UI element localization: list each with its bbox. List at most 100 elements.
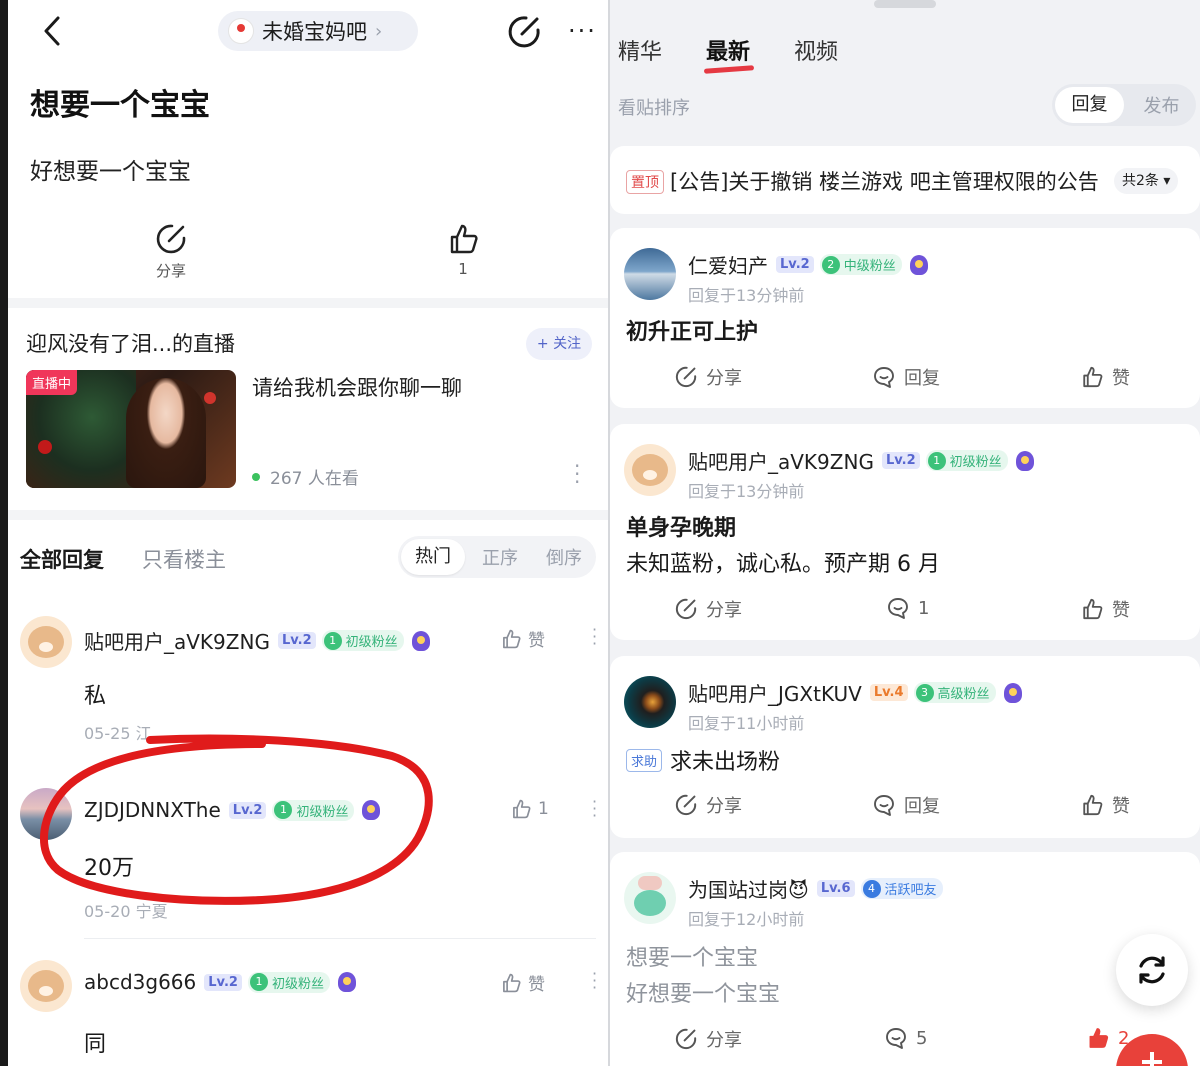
- more-vertical-icon[interactable]: · · ·: [592, 794, 598, 824]
- comment-like-button[interactable]: 赞: [500, 970, 545, 995]
- pinned-announcement[interactable]: 置顶 [公告]关于撤销 楼兰游戏 吧主管理权限的公告 共2条 ▾: [610, 146, 1200, 214]
- more-vertical-icon[interactable]: · · ·: [592, 966, 598, 996]
- sort-desc[interactable]: 倒序: [532, 544, 596, 570]
- follow-button[interactable]: + 关注: [526, 328, 592, 360]
- like-button[interactable]: 赞: [1080, 596, 1130, 622]
- share-button[interactable]: 分享: [674, 596, 742, 622]
- like-button[interactable]: 赞: [1080, 364, 1130, 390]
- sort-by-publish[interactable]: 发布: [1127, 92, 1196, 118]
- avatar[interactable]: [20, 960, 72, 1012]
- like-button[interactable]: 赞: [1080, 792, 1130, 818]
- thread-user[interactable]: 贴吧用户_JGXtKUV Lv.4 3 高级粉丝: [688, 678, 1022, 707]
- username: abcd3g666: [84, 970, 197, 994]
- avatar[interactable]: [624, 248, 676, 300]
- comment-item: 贴吧用户_aVK9ZNG Lv.2 1 初级粉丝 赞 · · · 私 05-25 江: [20, 616, 600, 766]
- thread-card[interactable]: 仁爱妇产 Lv.2 2 中级粉丝 回复于13分钟前 初升正可上护 分享 回复 赞: [610, 228, 1200, 408]
- share-label: 分享: [706, 796, 742, 817]
- thread-actions: 分享 回复 赞: [610, 364, 1200, 394]
- live-badge: 直播中: [26, 370, 78, 395]
- refresh-button[interactable]: [1116, 934, 1188, 1006]
- share-label: 分享: [706, 600, 742, 621]
- comment-meta: 05-25 江: [84, 724, 152, 743]
- thread-actions: 分享 回复 赞: [610, 792, 1200, 822]
- fan-title: 初级粉丝: [271, 976, 324, 992]
- fan-title: 活跃吧友: [884, 883, 937, 898]
- comment-like-button[interactable]: 1: [510, 798, 549, 820]
- sort-asc[interactable]: 正序: [468, 544, 532, 570]
- comment-like-button[interactable]: 赞: [500, 626, 545, 651]
- comment-item: abcd3g666 Lv.2 1 初级粉丝 赞 · · · 同: [20, 960, 600, 1066]
- thread-title: 求未出场粉: [670, 750, 781, 775]
- thread-user[interactable]: 仁爱妇产 Lv.2 2 中级粉丝: [688, 250, 928, 279]
- share-label: 分享: [706, 1030, 742, 1051]
- thread-card[interactable]: 贴吧用户_JGXtKUV Lv.4 3 高级粉丝 回复于11小时前 求助 求未出场粉…: [610, 656, 1200, 838]
- comment-button[interactable]: 5: [884, 1026, 927, 1050]
- thread-card[interactable]: 贴吧用户_aVK9ZNG Lv.2 1 初级粉丝 回复于13分钟前 单身孕晚期 未…: [610, 424, 1200, 640]
- live-thumbnail[interactable]: 直播中: [26, 370, 236, 488]
- comment-icon: [874, 367, 894, 388]
- live-card[interactable]: 迎风没有了泪...的直播 + 关注 直播中 请给我机会跟你聊一聊 267 人在看…: [8, 308, 608, 510]
- sort-hot[interactable]: 热门: [401, 539, 465, 575]
- tab-featured[interactable]: 精华: [618, 34, 662, 66]
- comment-item: ZJDJDNNXThe Lv.2 1 初级粉丝 1 · · · 20万 05-20 宁…: [20, 788, 600, 938]
- like-button[interactable]: 1: [440, 222, 486, 278]
- comment-user[interactable]: abcd3g666 Lv.2 1 初级粉丝: [84, 970, 356, 994]
- fan-badge: 1 初级粉丝: [925, 450, 1008, 471]
- fan-badge: 4 活跃吧友: [860, 878, 943, 899]
- like-label: 赞: [1112, 600, 1130, 621]
- live-description: 请给我机会跟你聊一聊: [252, 376, 462, 400]
- like-button[interactable]: 2: [1086, 1026, 1129, 1050]
- avatar[interactable]: [624, 872, 676, 924]
- comment-icon: [888, 598, 908, 619]
- forum-name-pill[interactable]: 未婚宝妈吧 ›: [218, 11, 418, 51]
- post-header-section: 未婚宝妈吧 › ··· 想要一个宝宝 好想要一个宝宝 分享 1: [8, 0, 608, 298]
- avatar[interactable]: [20, 616, 72, 668]
- post-title: 想要一个宝宝: [30, 88, 210, 123]
- pinned-count-text: 共2条: [1122, 173, 1159, 189]
- share-button[interactable]: 分享: [674, 792, 742, 818]
- tab-all-replies[interactable]: 全部回复: [20, 544, 104, 574]
- fan-level: 4: [862, 879, 881, 898]
- refresh-icon: [1139, 956, 1165, 984]
- tab-video[interactable]: 视频: [794, 34, 838, 66]
- comment-text: 20万: [84, 856, 134, 881]
- share-button[interactable]: 分享: [674, 364, 742, 390]
- sort-by-reply[interactable]: 回复: [1055, 87, 1124, 123]
- avatar[interactable]: [20, 788, 72, 840]
- tab-host-only[interactable]: 只看楼主: [142, 544, 226, 574]
- comment-button[interactable]: 回复: [872, 364, 940, 390]
- fan-level: 2: [821, 255, 840, 274]
- comment-user[interactable]: ZJDJDNNXThe Lv.2 1 初级粉丝: [84, 798, 381, 822]
- back-arrow-icon[interactable]: [40, 14, 66, 48]
- fan-title: 初级粉丝: [296, 804, 349, 820]
- thread-card[interactable]: 为国站过岗😈 Lv.6 4 活跃吧友 回复于12小时前 想要一个宝宝 好想要一个宝…: [610, 852, 1200, 1066]
- like-label: 赞: [528, 975, 545, 995]
- comment-label: 回复: [904, 796, 940, 817]
- drag-handle[interactable]: [874, 0, 936, 8]
- forum-name: 未婚宝妈吧: [262, 20, 367, 44]
- comment-icon: [874, 795, 894, 816]
- share-button[interactable]: 分享: [148, 222, 194, 281]
- pinned-count[interactable]: 共2条 ▾: [1114, 168, 1179, 194]
- thread-user[interactable]: 为国站过岗😈 Lv.6 4 活跃吧友: [688, 874, 943, 903]
- more-vertical-icon[interactable]: · · ·: [592, 622, 598, 652]
- edit-icon[interactable]: [506, 14, 542, 50]
- thread-title: 初升正可上护: [626, 320, 759, 345]
- more-vertical-icon[interactable]: · · ·: [574, 456, 582, 492]
- replies-section: 全部回复 只看楼主 热门 正序 倒序 贴吧用户_aVK9ZNG Lv.2 1 初级…: [8, 520, 608, 1066]
- medal-icon: [337, 972, 356, 992]
- tab-latest[interactable]: 最新: [706, 34, 750, 66]
- thread-user[interactable]: 贴吧用户_aVK9ZNG Lv.2 1 初级粉丝: [688, 446, 1034, 475]
- like-label: 赞: [1112, 368, 1130, 389]
- level-badge: Lv.6: [816, 880, 855, 897]
- forum-tabs: 精华 最新 视频: [618, 34, 882, 66]
- more-icon[interactable]: ···: [568, 17, 597, 45]
- reply-time: 回复于12小时前: [688, 910, 805, 929]
- comment-button[interactable]: 1: [886, 596, 929, 620]
- avatar[interactable]: [624, 444, 676, 496]
- share-button[interactable]: 分享: [674, 1026, 742, 1052]
- comment-user[interactable]: 贴吧用户_aVK9ZNG Lv.2 1 初级粉丝: [84, 626, 430, 655]
- comment-button[interactable]: 回复: [872, 792, 940, 818]
- share-icon: [675, 794, 697, 816]
- avatar[interactable]: [624, 676, 676, 728]
